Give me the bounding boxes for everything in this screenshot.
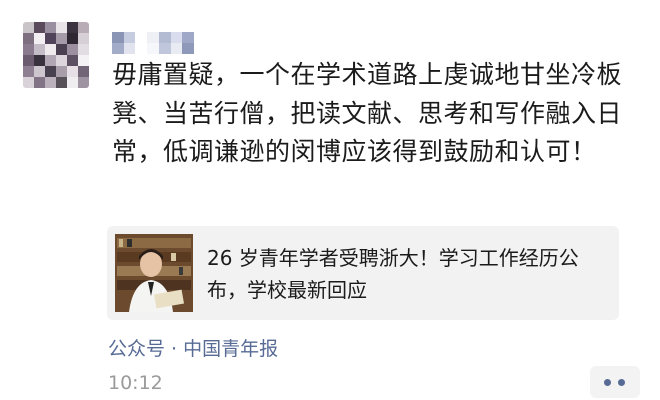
post-text: 毋庸置疑，一个在学术道路上虔诚地甘坐冷板凳、当苦行僧，把读文献、思考和写作融入日… [112,60,623,166]
avatar[interactable] [23,22,89,88]
article-thumbnail [115,234,193,312]
more-options-button[interactable] [590,366,640,398]
article-title: 26 岁青年学者受聘浙大！学习工作经历公布，学校最新回应 [207,246,579,302]
source-link[interactable]: 公众号 · 中国青年报 [108,334,278,361]
author-name[interactable] [112,32,194,54]
shared-article-card[interactable]: 26 岁青年学者受聘浙大！学习工作经历公布，学校最新回应 [107,226,619,320]
timestamp: 10:12 [108,372,163,394]
